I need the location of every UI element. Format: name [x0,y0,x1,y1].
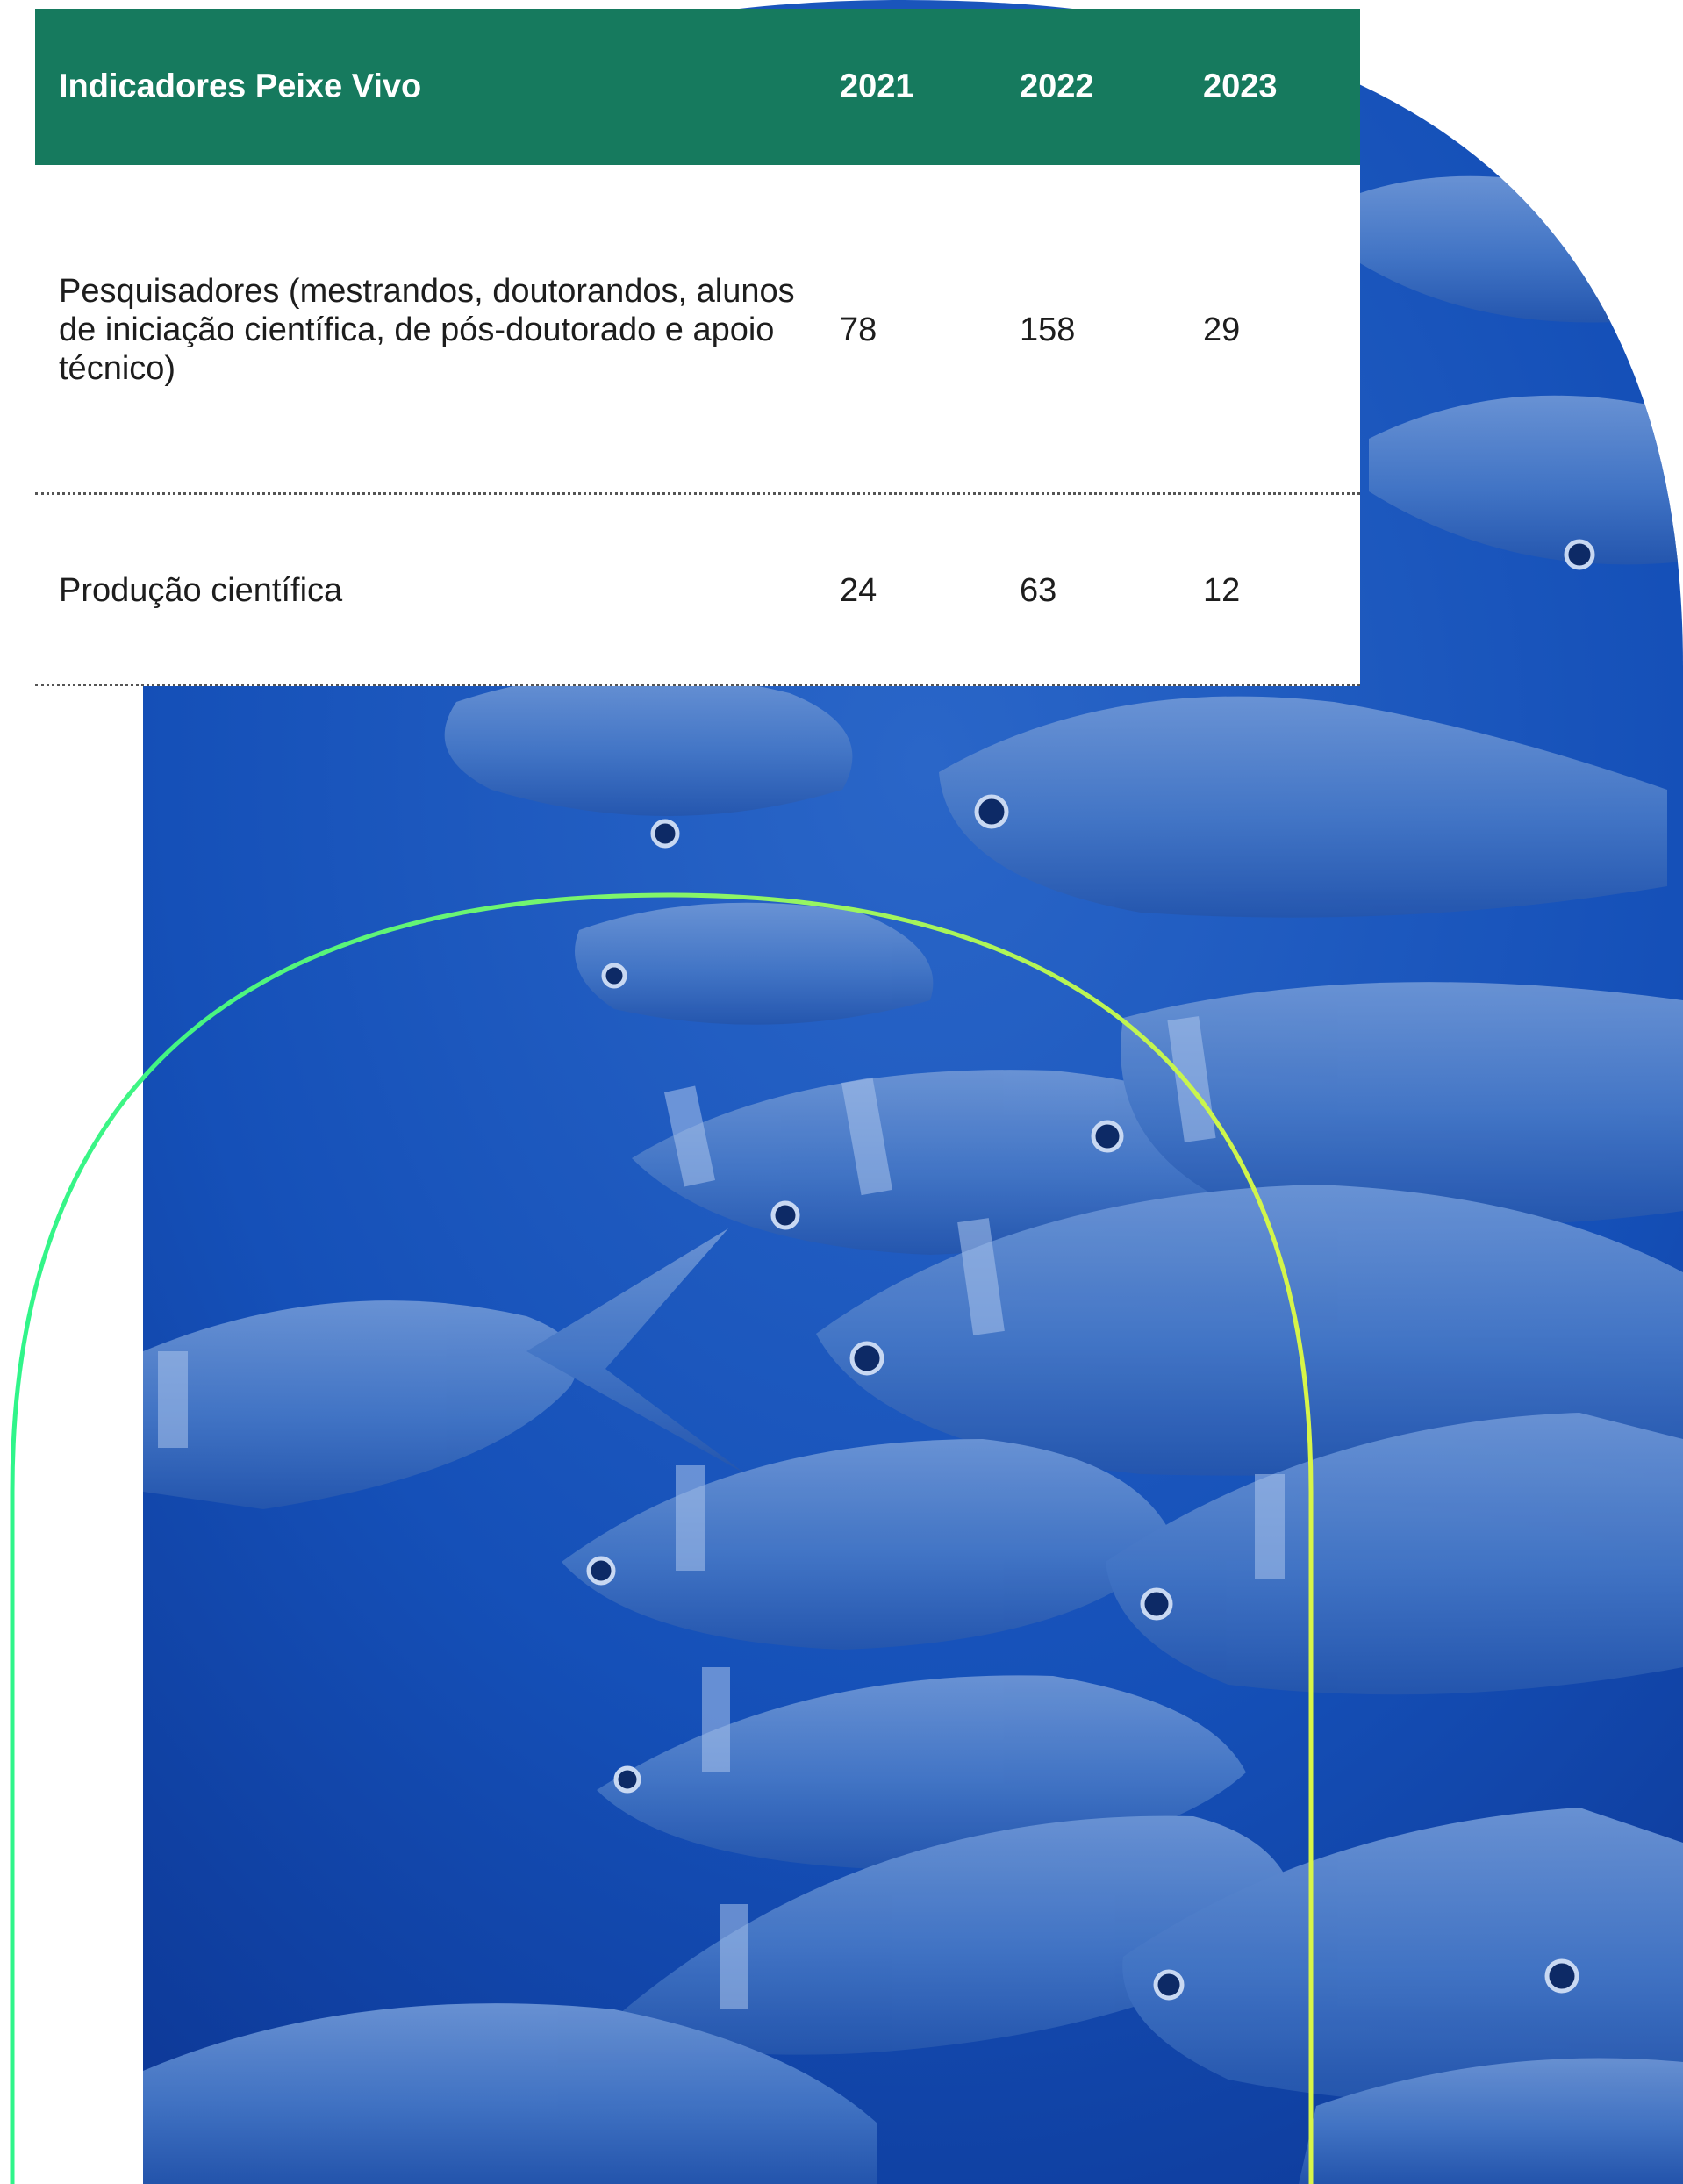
row-value-2023: 12 [1203,572,1241,609]
row-value-2021: 24 [840,572,877,609]
row-value-2023: 29 [1203,311,1241,348]
row-label: Produção científica [59,572,343,609]
row-value-2022: 63 [1020,572,1057,609]
row-label: Pesquisadores (mestrandos, doutorandos, … [59,273,795,387]
column-header-2021: 2021 [840,68,914,105]
row-divider [35,684,1360,686]
column-header-2022: 2022 [1020,68,1094,105]
table-header: Indicadores Peixe Vivo 2021 2022 2023 [35,9,1360,165]
row-value-2021: 78 [840,311,877,348]
table-title: Indicadores Peixe Vivo [59,68,422,105]
column-header-2023: 2023 [1203,68,1278,105]
row-value-2022: 158 [1020,311,1076,348]
indicators-table: Indicadores Peixe Vivo 2021 2022 2023 Pe… [35,9,1360,686]
table-row: Pesquisadores (mestrandos, doutorandos, … [35,165,1360,495]
table-row: Produção científica 24 63 12 [35,495,1360,686]
